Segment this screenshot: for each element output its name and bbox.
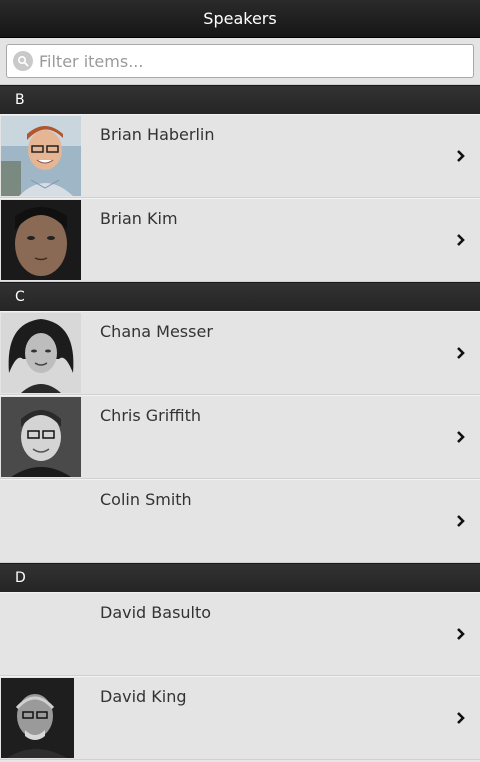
search-icon xyxy=(13,51,33,71)
speaker-photo xyxy=(1,594,81,674)
chevron-right-icon xyxy=(457,712,465,724)
list-item[interactable]: Colin Smith xyxy=(0,479,480,563)
speaker-photo xyxy=(1,481,81,561)
filter-box[interactable] xyxy=(6,44,474,78)
list-divider-c: C xyxy=(0,282,480,311)
speaker-photo xyxy=(1,200,81,280)
chevron-right-icon xyxy=(457,515,465,527)
speaker-name: David Basulto xyxy=(100,603,212,622)
list-item[interactable]: Chris Griffith xyxy=(0,395,480,479)
speaker-name: Brian Kim xyxy=(100,209,178,228)
chevron-right-icon xyxy=(457,234,465,246)
speaker-photo xyxy=(1,313,81,393)
page-header: Speakers xyxy=(0,0,480,38)
filter-bar xyxy=(0,38,480,85)
divider-label: C xyxy=(15,289,25,305)
chevron-right-icon xyxy=(457,431,465,443)
list-item[interactable]: Chana Messer xyxy=(0,311,480,395)
speaker-photo xyxy=(1,678,74,758)
divider-label: B xyxy=(15,92,25,108)
speaker-name: Chana Messer xyxy=(100,322,213,341)
list-item[interactable]: Brian Kim xyxy=(0,198,480,282)
divider-label: D xyxy=(15,570,26,586)
list-divider-d: D xyxy=(0,563,480,592)
page-title: Speakers xyxy=(203,9,277,28)
chevron-right-icon xyxy=(457,347,465,359)
speaker-name: Colin Smith xyxy=(100,490,192,509)
list-item[interactable]: David King xyxy=(0,676,480,760)
list-item[interactable]: Brian Haberlin xyxy=(0,114,480,198)
speaker-name: Chris Griffith xyxy=(100,406,202,425)
chevron-right-icon xyxy=(457,150,465,162)
list-item[interactable]: David Basulto xyxy=(0,592,480,676)
chevron-right-icon xyxy=(457,628,465,640)
speaker-name: David King xyxy=(100,687,187,706)
list-divider-b: B xyxy=(0,85,480,114)
speaker-photo xyxy=(1,116,81,196)
speaker-photo xyxy=(1,397,81,477)
filter-input[interactable] xyxy=(39,51,473,71)
speaker-name: Brian Haberlin xyxy=(100,125,215,144)
